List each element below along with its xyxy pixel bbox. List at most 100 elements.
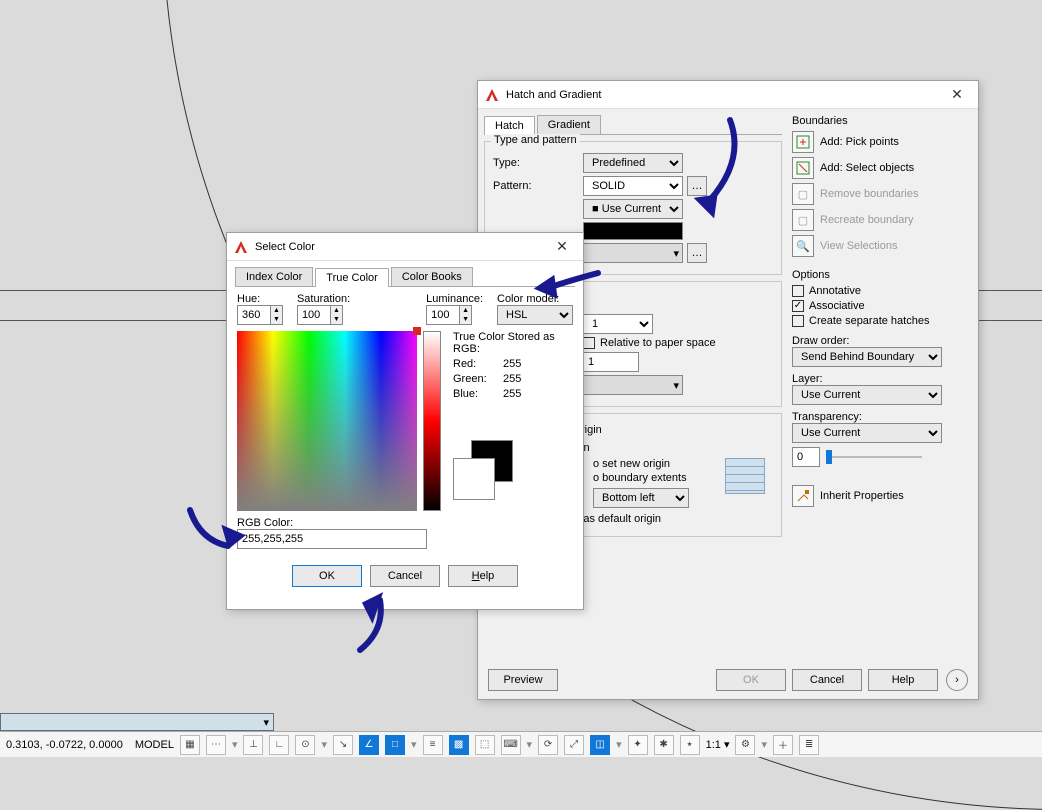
coordinates-readout: 0.3103, -0.0722, 0.0000 (6, 739, 123, 751)
rgb-color-label: RGB Color: (237, 517, 573, 529)
cancel-button[interactable]: Cancel (370, 565, 440, 587)
pattern-browse-button[interactable]: … (687, 176, 707, 196)
remove-boundaries-icon: ▢ (792, 183, 814, 205)
gizmo-icon[interactable]: ✦ (628, 735, 648, 755)
stored-label: True Color Stored as RGB: (453, 331, 563, 355)
isodraft-icon[interactable]: ⊙ (295, 735, 315, 755)
boundaries-title: Boundaries (792, 115, 968, 127)
spacing-input[interactable] (583, 352, 639, 372)
dialog-titlebar: Select Color ✕ (227, 233, 583, 261)
tab-true-color[interactable]: True Color (315, 268, 389, 287)
tab-gradient[interactable]: Gradient (537, 115, 601, 134)
origin-label: rigin (581, 424, 773, 436)
3d-osnap-icon[interactable]: ⟳ (538, 735, 558, 755)
close-icon[interactable]: ✕ (942, 86, 972, 103)
2d-osnap-icon[interactable]: □ (385, 735, 405, 755)
hue-input[interactable]: ▲▼ (237, 305, 283, 325)
ok-button[interactable]: OK (292, 565, 362, 587)
blue-value: 255 (503, 388, 521, 400)
otrack-icon[interactable]: ∠ (359, 735, 379, 755)
luminance-strip[interactable] (423, 331, 441, 511)
saturation-input[interactable]: ▲▼ (297, 305, 343, 325)
dynamic-ucs-icon[interactable]: ⤢ (564, 735, 584, 755)
luminance-input[interactable]: ▲▼ (426, 305, 472, 325)
selection-cycling-icon[interactable]: ⬚ (475, 735, 495, 755)
space-indicator[interactable]: MODEL (135, 739, 174, 751)
close-icon[interactable]: ✕ (547, 238, 577, 255)
select-objects-icon (792, 157, 814, 179)
red-value: 255 (503, 358, 521, 370)
swatch-preview (583, 222, 683, 240)
origin-corner-select[interactable]: Bottom left (593, 488, 689, 508)
inherit-icon (792, 485, 814, 507)
layer-label: Layer: (792, 373, 968, 385)
annotation-scale[interactable]: 1:1 ▾ (706, 738, 730, 751)
transparency-slider[interactable] (826, 450, 922, 464)
pattern-label: Pattern: (493, 180, 583, 192)
expand-button[interactable]: › (946, 669, 968, 691)
type-label: Type: (493, 157, 583, 169)
inherit-properties-button[interactable]: Inherit Properties (792, 485, 968, 507)
color-select[interactable]: ■ Use Current (583, 199, 683, 219)
draw-order-label: Draw order: (792, 335, 968, 347)
polar-icon[interactable]: ∟ (269, 735, 289, 755)
transparency-icon[interactable]: ▩ (449, 735, 469, 755)
autoscale-icon[interactable]: ⭑ (680, 735, 700, 755)
relative-paper-checkbox[interactable]: Relative to paper space (583, 337, 773, 349)
dynamic-input-icon[interactable]: ⌨ (501, 735, 521, 755)
pattern-select[interactable]: SOLID (583, 176, 683, 196)
view-selections-icon: 🔍 (792, 235, 814, 257)
dialog-titlebar: Hatch and Gradient ✕ (478, 81, 978, 109)
dialog-title: Select Color (255, 241, 547, 253)
lineweight-icon[interactable]: ≡ (423, 735, 443, 755)
group-title: Type and pattern (491, 134, 580, 146)
tab-color-books[interactable]: Color Books (391, 267, 473, 286)
draw-order-select[interactable]: Send Behind Boundary (792, 347, 942, 367)
osnap-icon[interactable]: ↘ (333, 735, 353, 755)
cancel-button[interactable]: Cancel (792, 669, 862, 691)
associative-checkbox[interactable]: ✓Associative (792, 300, 968, 312)
ortho-icon[interactable]: ⊥ (243, 735, 263, 755)
selection-filter-icon[interactable]: ◫ (590, 735, 610, 755)
add-select-objects-button[interactable]: Add: Select objects (792, 157, 968, 179)
specified-origin-label: in (581, 442, 773, 454)
snap-icon[interactable]: ⋯ (206, 735, 226, 755)
transparency-number-input[interactable] (792, 447, 820, 467)
autocad-icon (484, 87, 500, 103)
help-button[interactable]: Help (868, 669, 938, 691)
grid-icon[interactable]: ▦ (180, 735, 200, 755)
preview-button[interactable]: Preview (488, 669, 558, 691)
separate-hatches-checkbox[interactable]: Create separate hatches (792, 315, 968, 327)
annotative-checkbox[interactable]: Annotative (792, 285, 968, 297)
blue-label: Blue: (453, 388, 503, 400)
annotation-visibility-icon[interactable]: ✱ (654, 735, 674, 755)
green-value: 255 (503, 373, 521, 385)
help-button[interactable]: Help (448, 565, 518, 587)
tab-hatch[interactable]: Hatch (484, 116, 535, 135)
pick-points-icon (792, 131, 814, 153)
green-label: Green: (453, 373, 503, 385)
transparency-select[interactable]: Use Current (792, 423, 942, 443)
autocad-icon (233, 239, 249, 255)
rgb-color-input[interactable] (237, 529, 427, 549)
origin-preview-icon (725, 458, 765, 494)
transparency-label: Transparency: (792, 411, 968, 423)
scale-select[interactable]: 1 (583, 314, 653, 334)
monitor-icon[interactable]: ＋ (773, 735, 793, 755)
add-pick-points-button[interactable]: Add: Pick points (792, 131, 968, 153)
workspace-switch-icon[interactable]: ⚙ (735, 735, 755, 755)
saturation-label: Saturation: (297, 293, 350, 305)
set-new-origin-label: o set new origin (593, 458, 725, 470)
layout-tab-dropdown[interactable]: ▾ (0, 713, 274, 731)
hue-label: Hue: (237, 293, 283, 305)
iso-pen-select[interactable]: ▾ (583, 375, 683, 395)
layer-select[interactable]: Use Current (792, 385, 942, 405)
hue-sat-field[interactable] (237, 331, 417, 511)
chevron-down-icon: ▾ (263, 716, 269, 729)
color-model-select[interactable]: HSL (497, 305, 573, 325)
customization-icon[interactable]: ≣ (799, 735, 819, 755)
custom-pattern-select[interactable]: ▾ (583, 243, 683, 263)
tab-index-color[interactable]: Index Color (235, 267, 313, 286)
custom-browse-button[interactable]: … (687, 243, 707, 263)
type-select[interactable]: Predefined (583, 153, 683, 173)
